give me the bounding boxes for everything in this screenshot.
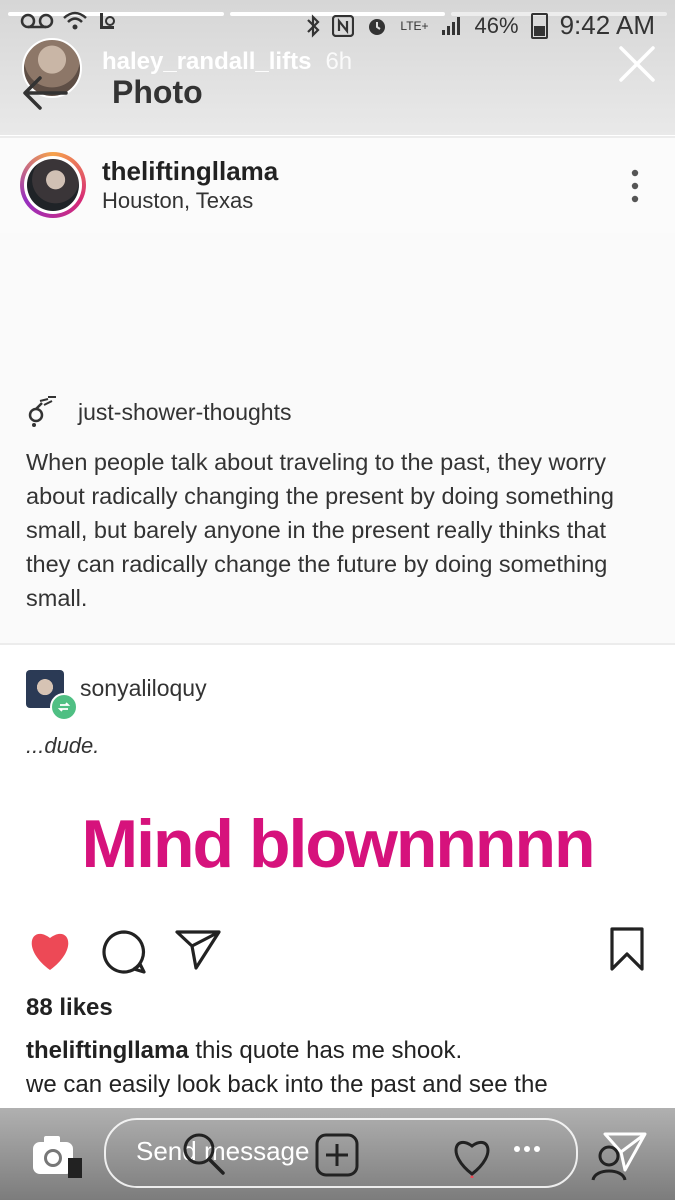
caption-line2: we can easily look back into the past an… (26, 1071, 548, 1098)
back-arrow-icon[interactable] (20, 74, 68, 112)
post-header: theliftingllama Houston, Texas (0, 136, 675, 236)
wifi-icon (63, 11, 87, 30)
post-avatar[interactable] (27, 159, 79, 211)
overlay-text: Mind blownnnnn (81, 806, 595, 882)
bookmark-icon[interactable] (609, 926, 645, 972)
signal-icon (441, 16, 460, 35)
post-location[interactable]: Houston, Texas (102, 188, 253, 214)
voicemail-icon (20, 13, 54, 29)
comment-icon[interactable] (100, 928, 148, 976)
close-icon[interactable] (617, 44, 657, 84)
network-label: LTE+ (400, 18, 429, 33)
sync-icon (100, 13, 115, 29)
post-avatar-ring-inner (24, 156, 82, 214)
reblog-icon (50, 693, 78, 721)
bluetooth-icon (307, 13, 320, 38)
story-username[interactable]: haley_randall_lifts (102, 48, 311, 75)
direct-message-icon[interactable] (591, 1130, 647, 1182)
camera-icon[interactable] (30, 1130, 84, 1180)
post-image-quote: just-shower-thoughts When people talk ab… (0, 233, 675, 645)
more-icon[interactable] (629, 168, 641, 204)
heart-icon[interactable] (26, 928, 74, 972)
likes-count[interactable]: 88 likes (26, 994, 113, 1022)
post-username[interactable]: theliftingllama (102, 156, 278, 187)
quote-text: When people talk about traveling to the … (26, 449, 614, 611)
nfc-icon (332, 14, 355, 37)
caption: theliftingllama this quote has me shook.… (26, 1034, 656, 1102)
share-icon[interactable] (174, 928, 222, 972)
status-left (20, 10, 118, 32)
reblog-block: sonyaliloquy ...dude. Mind blownnnnn (0, 645, 675, 915)
caption-text: this quote has me shook. (195, 1037, 463, 1064)
reblog-username: sonyaliloquy (80, 675, 207, 701)
shower-head-icon (28, 396, 56, 427)
status-bar: LTE+ 46% 9:42 AM (0, 4, 675, 44)
caption-username[interactable]: theliftingllama (26, 1037, 189, 1064)
reblog-comment: ...dude. (26, 733, 100, 758)
story-age: 6h (325, 48, 353, 75)
search-icon (183, 1133, 225, 1175)
post-avatar-ring[interactable] (20, 152, 86, 218)
post-actions (0, 920, 675, 980)
battery-percent: 46% (474, 12, 519, 38)
battery-icon (530, 12, 548, 39)
clock: 9:42 AM (559, 10, 655, 40)
add-icon (315, 1133, 359, 1177)
quote-username: just-shower-thoughts (78, 399, 292, 425)
more-options-icon[interactable] (512, 1144, 542, 1154)
activity-heart-icon (454, 1140, 490, 1178)
story-user[interactable]: haley_randall_lifts 6h (102, 48, 352, 76)
story-title: Photo (112, 74, 203, 110)
status-right: LTE+ 46% 9:42 AM (306, 10, 655, 41)
alarm-icon (369, 18, 386, 35)
